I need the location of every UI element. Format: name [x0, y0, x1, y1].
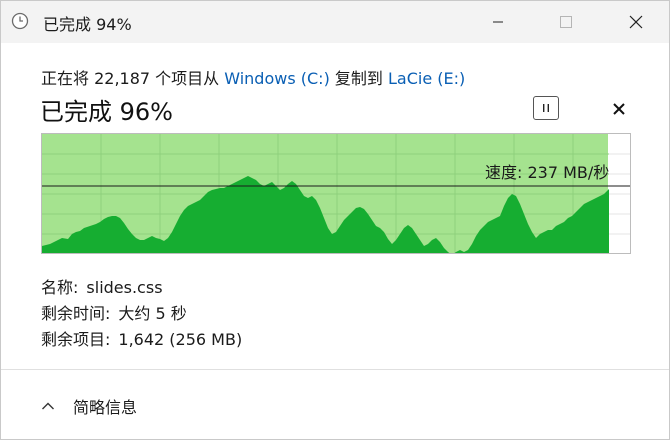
copy-description: 正在将 22,187 个项目从 Windows (C:) 复制到 LaCie (… [41, 65, 465, 89]
graph-grid-remaining [609, 153, 630, 235]
detail-items-remaining: 剩余项目: 1,642 (256 MB) [41, 326, 242, 350]
close-button[interactable] [613, 1, 659, 43]
maximize-button[interactable] [543, 1, 589, 43]
maximize-icon [560, 16, 572, 28]
time-remaining-value: 大约 5 秒 [118, 304, 187, 323]
pause-button[interactable] [533, 96, 559, 120]
speed-label: 速度: 237 MB/秒 [485, 163, 610, 182]
detail-time-remaining: 剩余时间: 大约 5 秒 [41, 300, 187, 324]
fewer-details-toggle[interactable]: 简略信息 [41, 393, 137, 419]
stop-button[interactable] [607, 97, 631, 121]
copy-middle-text: 复制到 [329, 69, 388, 88]
items-remaining-label: 剩余项目: [41, 330, 111, 349]
minimize-button[interactable] [475, 1, 521, 43]
copy-prefix-text: 正在将 22,187 个项目从 [41, 69, 225, 88]
pause-icon [543, 104, 549, 112]
progress-title: 已完成 96% [40, 98, 173, 126]
detail-name: 名称: slides.css [41, 274, 163, 298]
source-link[interactable]: Windows (C:) [224, 69, 330, 88]
speed-graph-svg [42, 134, 630, 253]
items-remaining-value: 1,642 (256 MB) [118, 330, 243, 349]
close-icon [629, 15, 643, 29]
window-title: 已完成 94% [43, 15, 132, 34]
chevron-up-icon [42, 402, 54, 410]
title-bar[interactable]: 已完成 94% [1, 1, 669, 43]
clock-icon [11, 12, 29, 30]
speed-graph [41, 133, 631, 254]
stop-icon [613, 103, 625, 115]
name-label: 名称: [41, 278, 79, 297]
destination-link[interactable]: LaCie (E:) [388, 69, 465, 88]
time-remaining-label: 剩余时间: [41, 304, 111, 323]
name-value: slides.css [86, 278, 163, 297]
minimize-icon [493, 21, 503, 23]
copy-progress-window: 已完成 94% 正在将 22,187 个项目从 Windows (C:) 复制到… [0, 0, 670, 440]
fewer-details-label: 简略信息 [73, 398, 138, 417]
